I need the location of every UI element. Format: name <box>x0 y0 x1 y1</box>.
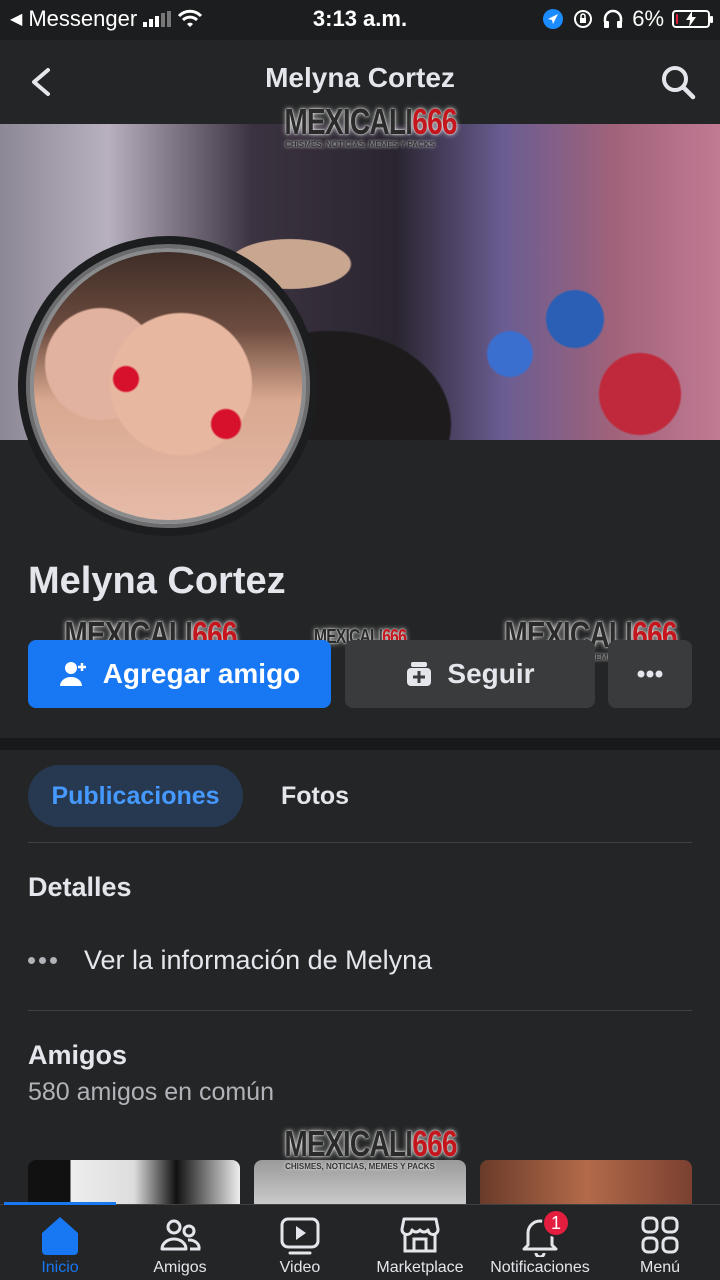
location-icon <box>543 9 564 29</box>
more-options-button[interactable] <box>608 640 692 708</box>
top-bar: Melyna Cortez <box>0 40 720 124</box>
mutual-friends-count: 580 amigos en común <box>28 1078 274 1106</box>
nav-video[interactable]: Video <box>240 1205 360 1280</box>
follow-button[interactable]: Seguir <box>345 640 595 708</box>
friend-card[interactable] <box>254 1160 466 1210</box>
charging-bolt-icon <box>686 11 696 27</box>
nav-label: Inicio <box>41 1259 79 1276</box>
profile-picture[interactable] <box>18 236 318 536</box>
bell-icon-wrap: 1 <box>518 1209 570 1259</box>
details-heading: Detalles <box>28 872 132 902</box>
nav-label: Notificaciones <box>490 1259 590 1276</box>
search-button[interactable] <box>658 62 698 102</box>
nav-marketplace[interactable]: Marketplace <box>360 1205 480 1280</box>
view-info-label: Ver la información de Melyna <box>84 944 433 975</box>
more-dots-icon <box>28 956 60 964</box>
nav-friends[interactable]: Amigos <box>120 1205 240 1280</box>
headphones-icon <box>603 9 623 28</box>
battery-percent: 6% <box>632 6 664 31</box>
avatar-ring <box>30 248 306 524</box>
rotation-lock-icon <box>574 10 593 28</box>
tab-posts[interactable]: Publicaciones <box>28 765 243 827</box>
nav-label: Video <box>279 1259 321 1276</box>
marketplace-icon <box>400 1217 440 1253</box>
battery-icon <box>672 10 713 28</box>
nav-notifications[interactable]: 1 Notificaciones <box>480 1205 600 1280</box>
add-friend-label: Agregar amigo <box>102 658 301 689</box>
add-friend-button[interactable]: Agregar amigo <box>28 640 331 708</box>
friends-heading: Amigos <box>28 1040 128 1070</box>
nav-home[interactable]: Inicio <box>0 1205 120 1280</box>
nav-menu[interactable]: Menú <box>600 1205 720 1280</box>
divider <box>28 842 692 843</box>
battery-fill <box>676 14 678 24</box>
more-horizontal-icon <box>637 670 663 678</box>
search-icon <box>662 66 696 100</box>
status-bar: ◀ Messenger 3:13 a.m. 6% <box>0 0 720 40</box>
divider <box>28 1010 692 1011</box>
nav-label: Marketplace <box>376 1259 464 1276</box>
view-info-link[interactable]: Ver la información de Melyna <box>28 940 692 980</box>
follow-icon <box>407 662 432 686</box>
notification-badge: 1 <box>542 1209 570 1237</box>
friend-card[interactable] <box>480 1160 692 1210</box>
home-icon <box>42 1217 78 1255</box>
section-divider <box>0 738 720 750</box>
friends-icon <box>160 1219 201 1251</box>
nav-label: Menú <box>639 1259 681 1276</box>
profile-name: Melyna Cortez <box>28 560 286 602</box>
nav-label: Amigos <box>153 1259 207 1276</box>
add-friend-icon <box>59 662 86 686</box>
page-title: Melyna Cortez <box>265 62 455 93</box>
video-icon <box>280 1217 320 1255</box>
menu-grid-icon <box>641 1216 679 1254</box>
bottom-nav: Inicio Amigos Video Marketplace 1 Notifi… <box>0 1202 720 1280</box>
tab-photos[interactable]: Fotos <box>260 765 370 827</box>
follow-label: Seguir <box>447 658 535 689</box>
